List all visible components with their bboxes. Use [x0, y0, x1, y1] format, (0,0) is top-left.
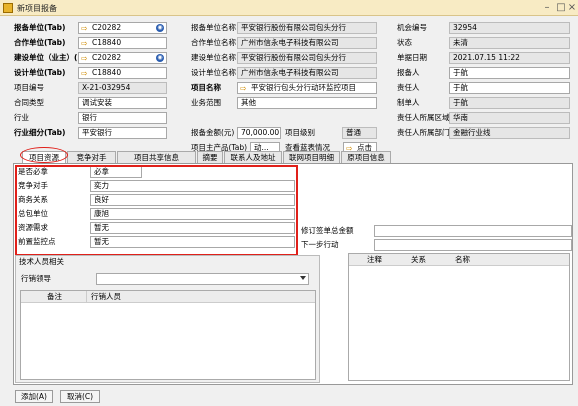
tech-col-sales: 行销人员 — [91, 292, 121, 301]
tech-grid-header — [21, 291, 315, 303]
notes-col-note: 注释 — [367, 255, 382, 264]
resource-highlight-box — [15, 165, 298, 256]
colA-field-1-value: C18840 — [92, 38, 122, 47]
app-icon — [3, 3, 13, 13]
arrow-icon[interactable]: ⇨ — [81, 24, 88, 33]
next-action-label: 下一步行动 — [301, 240, 339, 249]
amount-field[interactable]: 70,000.00 — [237, 127, 281, 139]
colA-label-2: 建设单位（业主）( — [14, 53, 78, 62]
add-button[interactable]: 添加(A) — [15, 390, 53, 403]
colA-field-0-value: C20282 — [92, 23, 122, 32]
colA-field-0[interactable]: ⇨ C20282 ◉ — [78, 22, 167, 34]
window-title: 新项目报备 — [17, 4, 57, 13]
arrow-icon[interactable]: ⇨ — [81, 54, 88, 63]
colA-field-1[interactable]: ⇨ C18840 — [78, 37, 167, 49]
colB-label-2: 建设单位名称 — [191, 53, 236, 62]
lead-select[interactable] — [96, 273, 309, 285]
tech-grid — [20, 290, 316, 380]
colB-label-1: 合作单位名称 — [191, 38, 236, 47]
tab-1[interactable]: 竞争对手 — [67, 151, 116, 163]
colB-field-0: 平安银行股份有限公司包头分行 — [237, 22, 377, 34]
notes-col-name: 名称 — [455, 255, 470, 264]
close-icon[interactable]: × — [566, 1, 578, 14]
title-bar: 新项目报备 – □ × — [0, 0, 578, 16]
amount-label: 报备金额(元) — [191, 128, 235, 137]
colB-label-0: 报备单位名称 — [191, 23, 236, 32]
lookup-icon[interactable]: ◉ — [156, 24, 164, 32]
colA-field-3[interactable]: ⇨ C18840 — [78, 67, 167, 79]
revised-total-label: 修订签单总金额 — [301, 226, 354, 235]
colB-field-3: 广州市信永电子科技有限公司 — [237, 67, 377, 79]
colB-field-5[interactable]: 其他 — [237, 97, 377, 109]
level-field: 普通 — [342, 127, 377, 139]
colC-field-1: 未清 — [449, 37, 570, 49]
notes-col-relation: 关系 — [411, 255, 426, 264]
colC-field-5: 于航 — [449, 97, 570, 109]
colA-field-5[interactable]: 调试安装 — [78, 97, 167, 109]
colC-field-0: 32954 — [449, 22, 570, 34]
tab-6[interactable]: 原项目信息 — [341, 151, 391, 163]
notes-grid — [348, 253, 570, 381]
colA-label-0: 报备单位(Tab) — [14, 23, 66, 32]
colC-label-0: 机会编号 — [397, 23, 427, 32]
colC-label-7: 责任人所属部门 — [397, 128, 450, 137]
next-action-field[interactable] — [374, 239, 572, 251]
colA-label-4: 项目编号 — [14, 83, 44, 92]
arrow-icon[interactable]: ⇨ — [81, 39, 88, 48]
colB-label-4: 项目名称 — [191, 83, 221, 92]
tab-4[interactable]: 联系人及地址 — [224, 151, 282, 163]
colC-label-4: 责任人 — [397, 83, 420, 92]
colB-label-5: 业务范围 — [191, 98, 221, 107]
colA-label-5: 合同类型 — [14, 98, 44, 107]
colB-field-4-value: 平安银行包头分行动环监控项目 — [251, 83, 356, 92]
colC-field-3[interactable]: 于航 — [449, 67, 570, 79]
tech-col-remark: 备注 — [47, 292, 62, 301]
colA-field-2-value: C20282 — [92, 53, 122, 62]
colB-field-4[interactable]: ⇨ 平安银行包头分行动环监控项目 — [237, 82, 377, 94]
colC-label-1: 状态 — [397, 38, 412, 47]
colA-label-1: 合作单位(Tab) — [14, 38, 66, 47]
level-label: 项目级别 — [285, 128, 315, 137]
colA-field-2[interactable]: ⇨ C20282 ◉ — [78, 52, 167, 64]
tab-3[interactable]: 摘要 — [197, 151, 223, 163]
minimize-icon[interactable]: – — [540, 1, 554, 14]
colC-field-2: 2021.07.15 11:22 — [449, 52, 570, 64]
colA-field-6[interactable]: 银行 — [78, 112, 167, 124]
colA-label-3: 设计单位(Tab) — [14, 68, 66, 77]
lookup-icon[interactable]: ◉ — [156, 54, 164, 62]
tech-header: 技术人员相关 — [19, 257, 64, 266]
colA-field-7[interactable]: 平安银行 — [78, 127, 167, 139]
colC-label-3: 报备人 — [397, 68, 420, 77]
cancel-button[interactable]: 取消(C) — [60, 390, 100, 403]
colB-label-3: 设计单位名称 — [191, 68, 236, 77]
colC-field-7: 金融行业线 — [449, 127, 570, 139]
tab-2[interactable]: 项目共享信息 — [117, 151, 196, 163]
colA-label-7: 行业细分(Tab) — [14, 128, 66, 137]
colA-label-6: 行业 — [14, 113, 29, 122]
colC-label-6: 责任人所属区域 — [397, 113, 450, 122]
tab-highlight-ellipse — [20, 147, 68, 163]
arrow-icon[interactable]: ⇨ — [81, 69, 88, 78]
colC-field-6: 华南 — [449, 112, 570, 124]
colC-label-5: 制单人 — [397, 98, 420, 107]
tab-5[interactable]: 联网项目明细 — [283, 151, 340, 163]
colC-field-4[interactable]: 于航 — [449, 82, 570, 94]
lead-label: 行销领导 — [21, 274, 51, 283]
arrow-icon[interactable]: ⇨ — [240, 84, 247, 93]
colB-field-2: 平安银行股份有限公司包头分行 — [237, 52, 377, 64]
colC-label-2: 单据日期 — [397, 53, 427, 62]
colB-field-1: 广州市信永电子科技有限公司 — [237, 37, 377, 49]
colA-field-3-value: C18840 — [92, 68, 122, 77]
revised-total-field[interactable] — [374, 225, 572, 237]
colA-field-4: X-21-032954 — [78, 82, 167, 94]
